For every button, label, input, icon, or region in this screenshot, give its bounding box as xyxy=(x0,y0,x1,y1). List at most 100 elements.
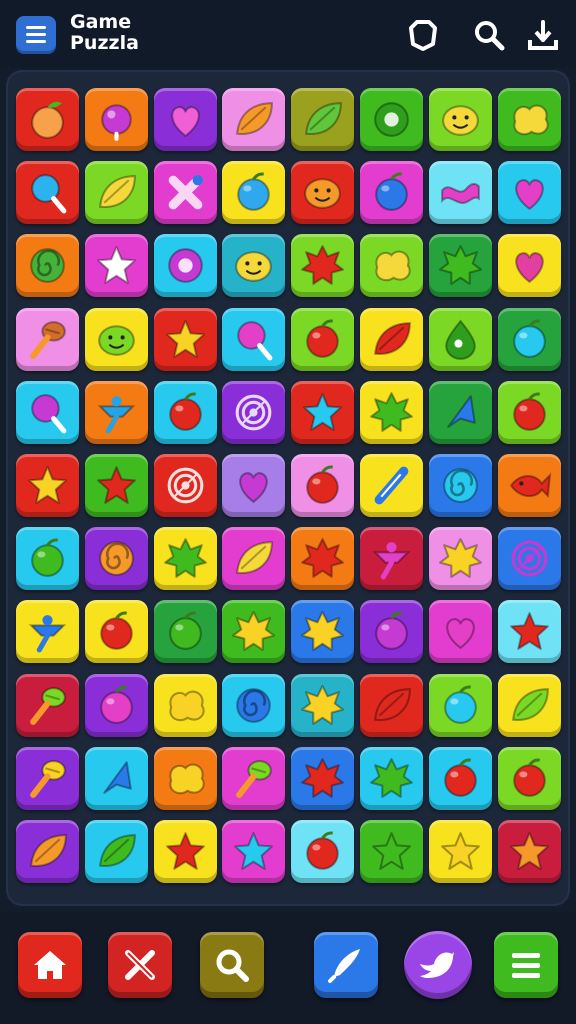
game-tile[interactable] xyxy=(84,600,148,664)
game-tile[interactable] xyxy=(497,161,561,225)
game-tile[interactable] xyxy=(360,820,423,883)
rocket-button[interactable] xyxy=(314,932,378,998)
game-tile[interactable] xyxy=(84,380,148,444)
game-tile[interactable] xyxy=(222,380,286,444)
game-tile[interactable] xyxy=(153,161,217,225)
hamburger-menu-button[interactable] xyxy=(16,16,56,54)
game-tile[interactable] xyxy=(222,234,286,298)
game-tile[interactable] xyxy=(360,234,423,298)
game-tile[interactable] xyxy=(16,600,79,664)
game-tile[interactable] xyxy=(16,380,79,444)
game-tile[interactable] xyxy=(16,88,79,151)
game-tile[interactable] xyxy=(153,820,217,883)
game-tile[interactable] xyxy=(84,454,148,517)
game-tile[interactable] xyxy=(497,527,561,591)
search-icon[interactable] xyxy=(472,18,506,52)
game-tile[interactable] xyxy=(360,161,423,225)
game-tile[interactable] xyxy=(360,88,423,151)
game-tile[interactable] xyxy=(291,600,355,664)
game-tile[interactable] xyxy=(291,746,355,810)
game-tile[interactable] xyxy=(16,307,79,371)
menu-button[interactable] xyxy=(494,932,558,998)
game-tile[interactable] xyxy=(153,88,217,151)
game-tile[interactable] xyxy=(497,380,561,444)
game-tile[interactable] xyxy=(16,161,79,225)
game-tile[interactable] xyxy=(153,234,217,298)
game-tile[interactable] xyxy=(497,746,561,810)
game-tile[interactable] xyxy=(291,307,355,371)
game-tile[interactable] xyxy=(428,746,492,810)
game-tile[interactable] xyxy=(291,673,355,737)
game-tile[interactable] xyxy=(497,88,561,151)
game-tile[interactable] xyxy=(291,161,355,225)
game-tile[interactable] xyxy=(222,88,286,151)
game-tile[interactable] xyxy=(497,307,561,371)
game-tile[interactable] xyxy=(360,746,423,810)
game-tile[interactable] xyxy=(428,820,492,883)
game-tile[interactable] xyxy=(84,88,148,151)
game-tile[interactable] xyxy=(16,454,79,517)
shield-icon[interactable] xyxy=(406,18,440,52)
game-tile[interactable] xyxy=(291,234,355,298)
menu-icon xyxy=(512,953,540,978)
game-tile[interactable] xyxy=(84,673,148,737)
game-tile[interactable] xyxy=(222,820,286,883)
game-tile[interactable] xyxy=(84,161,148,225)
game-tile[interactable] xyxy=(153,380,217,444)
game-tile[interactable] xyxy=(291,527,355,591)
bird-button[interactable] xyxy=(404,931,472,999)
game-tile[interactable] xyxy=(291,88,355,151)
game-tile[interactable] xyxy=(16,234,79,298)
search-button[interactable] xyxy=(200,932,264,998)
home-button[interactable] xyxy=(18,932,82,998)
game-tile[interactable] xyxy=(222,600,286,664)
game-tile[interactable] xyxy=(16,746,79,810)
game-tile[interactable] xyxy=(291,454,355,517)
game-tile[interactable] xyxy=(153,454,217,517)
game-tile[interactable] xyxy=(428,307,492,371)
game-tile[interactable] xyxy=(153,600,217,664)
game-tile[interactable] xyxy=(153,527,217,591)
game-tile[interactable] xyxy=(497,673,561,737)
game-tile[interactable] xyxy=(222,673,286,737)
game-tile[interactable] xyxy=(428,673,492,737)
game-tile[interactable] xyxy=(84,307,148,371)
game-tile[interactable] xyxy=(428,88,492,151)
game-tile[interactable] xyxy=(153,307,217,371)
game-tile[interactable] xyxy=(16,527,79,591)
leaf-icon xyxy=(98,834,136,867)
game-tile[interactable] xyxy=(84,234,148,298)
game-tile[interactable] xyxy=(153,673,217,737)
game-tile[interactable] xyxy=(360,454,423,517)
game-tile[interactable] xyxy=(222,307,286,371)
game-tile[interactable] xyxy=(428,380,492,444)
game-tile[interactable] xyxy=(428,600,492,664)
game-tile[interactable] xyxy=(16,673,79,737)
game-tile[interactable] xyxy=(428,161,492,225)
game-tile[interactable] xyxy=(360,307,423,371)
game-tile[interactable] xyxy=(497,454,561,517)
game-tile[interactable] xyxy=(16,820,79,883)
game-tile[interactable] xyxy=(497,600,561,664)
game-tile[interactable] xyxy=(222,454,286,517)
game-tile[interactable] xyxy=(360,673,423,737)
game-tile[interactable] xyxy=(497,234,561,298)
game-tile[interactable] xyxy=(360,600,423,664)
game-tile[interactable] xyxy=(222,527,286,591)
game-tile[interactable] xyxy=(428,527,492,591)
game-tile[interactable] xyxy=(84,527,148,591)
upload-icon[interactable] xyxy=(526,18,560,52)
game-tile[interactable] xyxy=(222,746,286,810)
game-tile[interactable] xyxy=(428,454,492,517)
game-tile[interactable] xyxy=(428,234,492,298)
game-tile[interactable] xyxy=(291,380,355,444)
game-tile[interactable] xyxy=(360,380,423,444)
game-tile[interactable] xyxy=(84,746,148,810)
game-tile[interactable] xyxy=(497,820,561,883)
game-tile[interactable] xyxy=(360,527,423,591)
game-tile[interactable] xyxy=(222,161,286,225)
game-tile[interactable] xyxy=(291,820,355,883)
game-tile[interactable] xyxy=(84,820,148,883)
game-tile[interactable] xyxy=(153,746,217,810)
tools-button[interactable] xyxy=(108,932,172,998)
